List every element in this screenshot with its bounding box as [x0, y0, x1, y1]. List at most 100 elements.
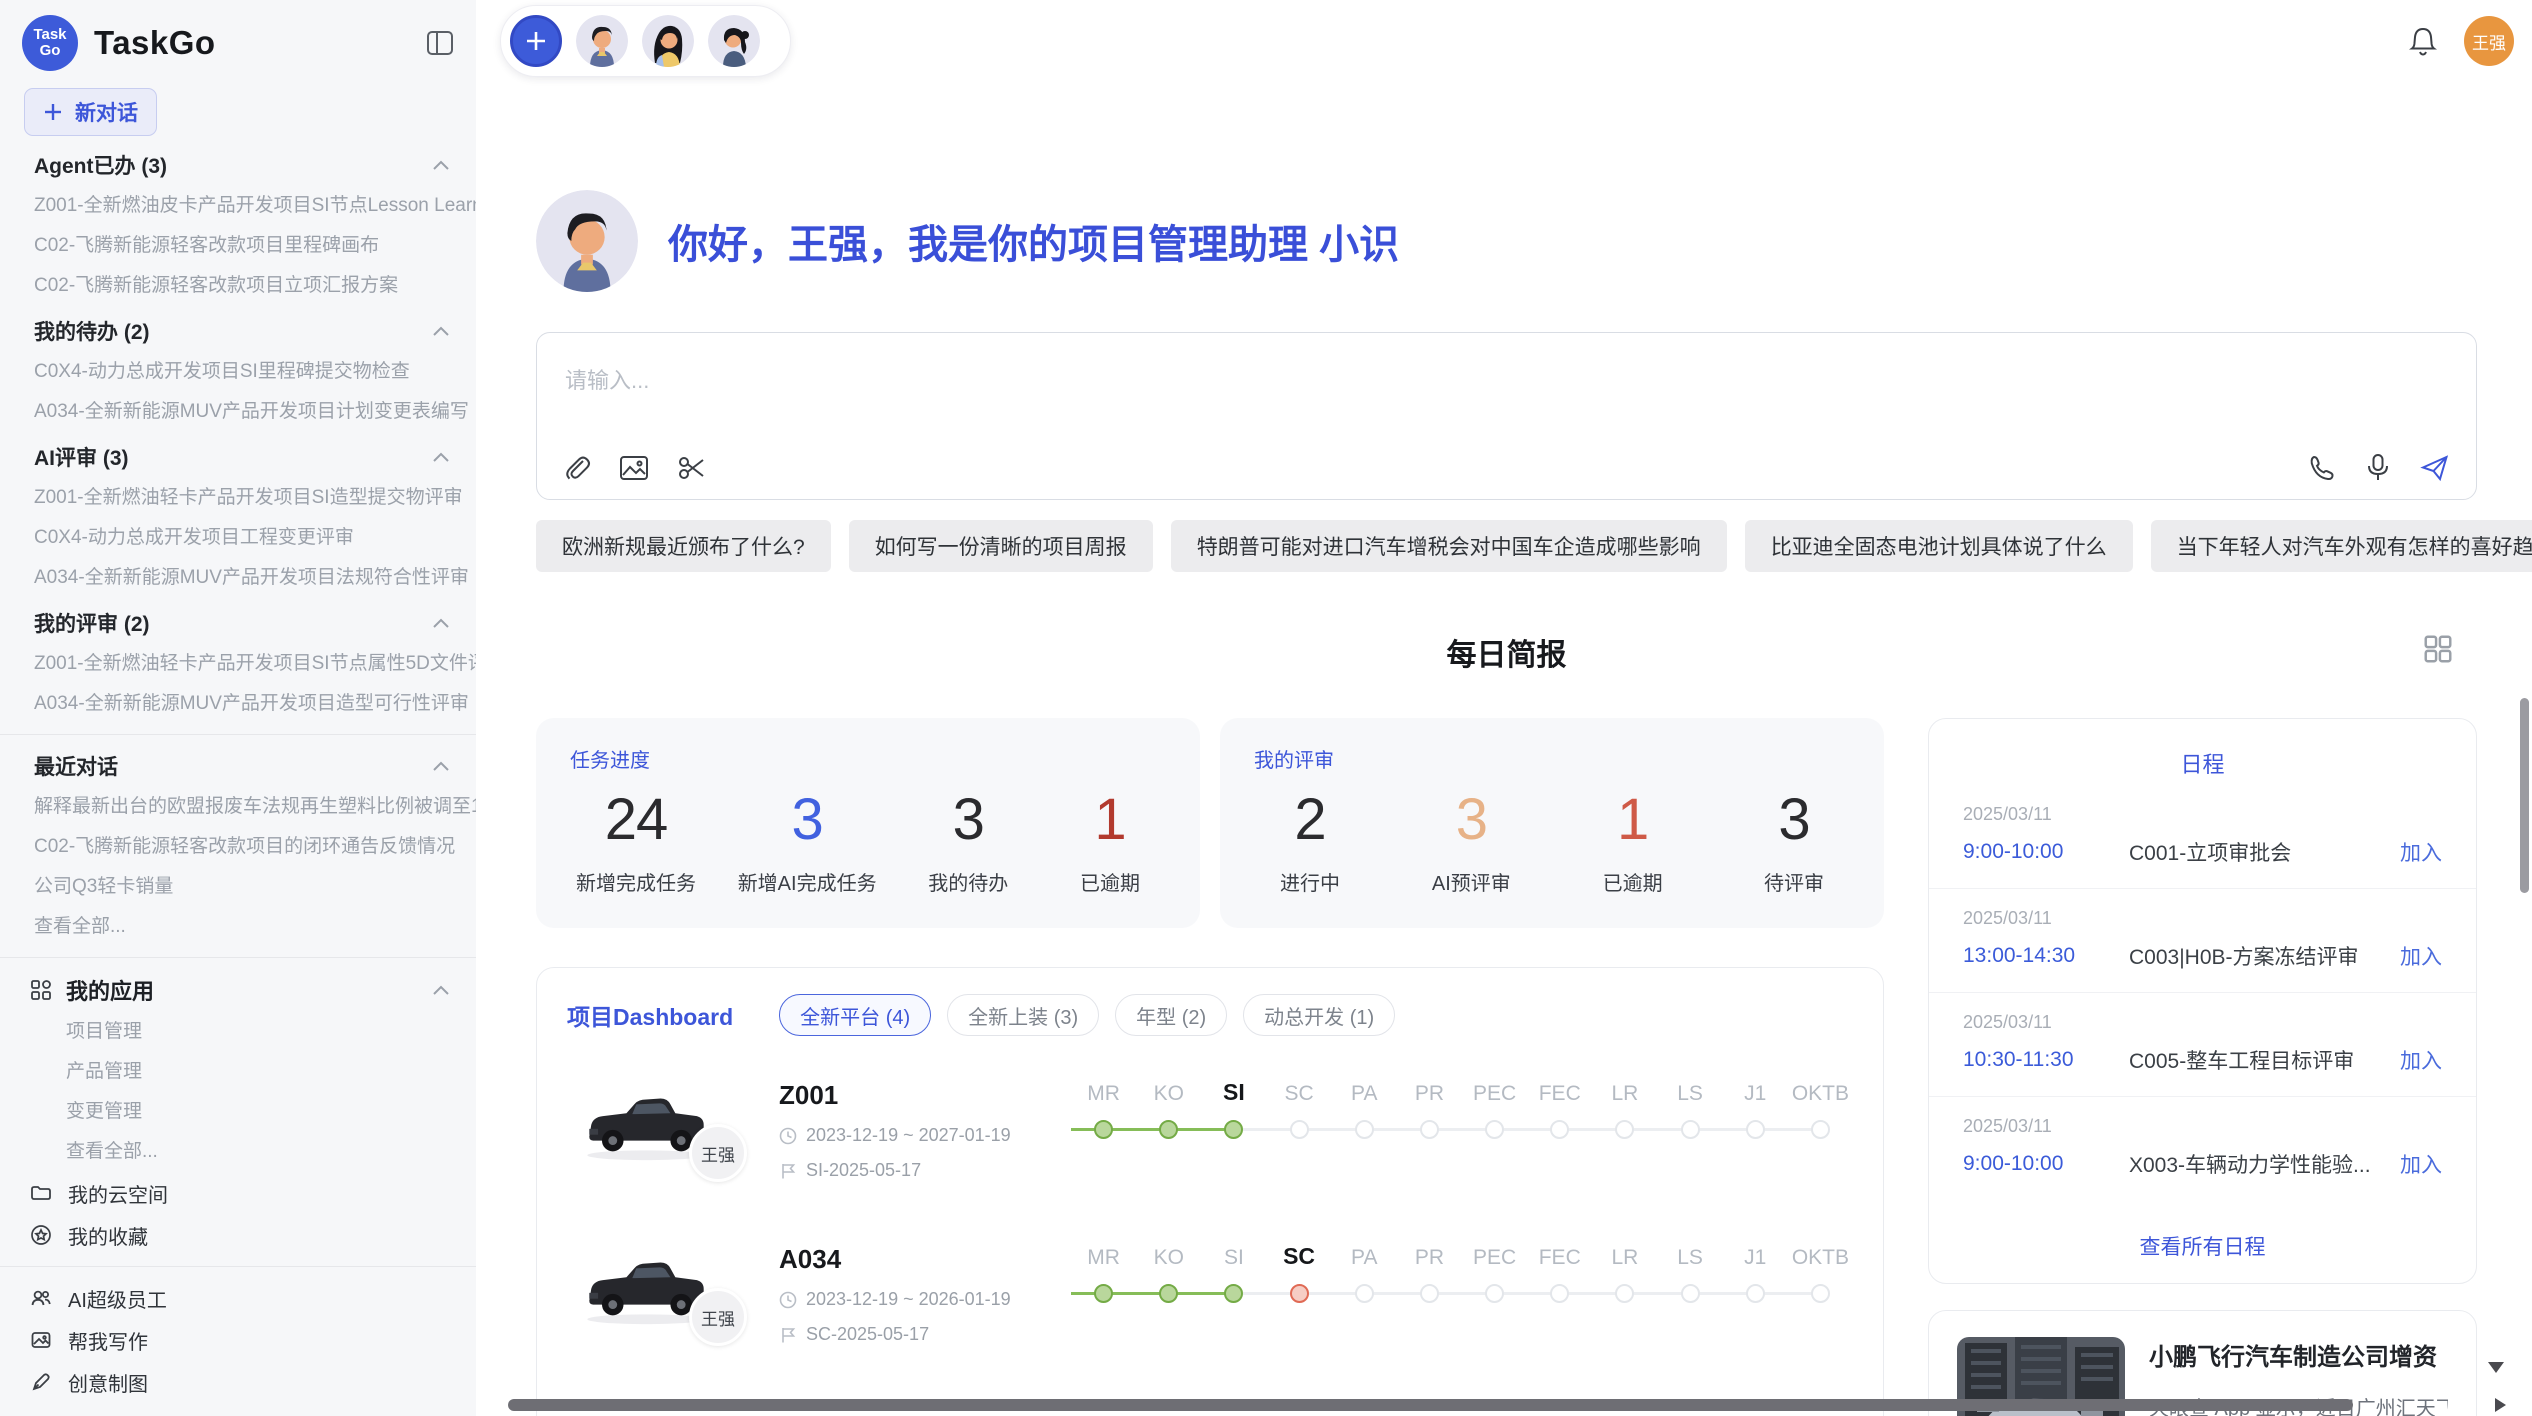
- horizontal-scrollbar[interactable]: [508, 1399, 2353, 1411]
- my-apps-header[interactable]: 我的应用: [0, 968, 476, 1012]
- sidebar-item[interactable]: Z001-全新燃油轻卡产品开发项目SI造型提交物评审: [0, 478, 476, 518]
- project-dashboard-card: 项目Dashboard 全新平台 (4) 全新上装 (3) 年型 (2): [536, 967, 1884, 1416]
- event-join-link[interactable]: 加入: [2400, 1149, 2442, 1179]
- stat-block: 24 新增完成任务: [576, 787, 696, 896]
- creative-draw-label: 创意制图: [68, 1368, 148, 1397]
- sidebar-item-creative-draw[interactable]: 创意制图: [0, 1361, 476, 1403]
- sidebar-section-header[interactable]: Agent已办 (3): [0, 144, 476, 186]
- event-join-link[interactable]: 加入: [2400, 941, 2442, 971]
- paperclip-icon[interactable]: [563, 453, 591, 483]
- mic-icon[interactable]: [2366, 453, 2390, 483]
- agent-avatar[interactable]: [708, 15, 760, 67]
- app-window: Task Go TaskGo 新对话 Agent已办 (3): [0, 0, 2532, 1416]
- milestone-label: OKTB: [1788, 1078, 1853, 1114]
- sidebar-section-header[interactable]: AI评审 (3): [0, 436, 476, 478]
- sidebar-item[interactable]: C0X4-动力总成开发项目SI里程碑提交物检查: [0, 352, 476, 392]
- suggestion-chip[interactable]: 如何写一份清晰的项目周报: [849, 520, 1153, 572]
- app-item[interactable]: 项目管理: [0, 1012, 476, 1052]
- collapse-sidebar-icon[interactable]: [426, 30, 454, 56]
- chat-input[interactable]: [563, 361, 2082, 439]
- sidebar-section-header[interactable]: 我的待办 (2): [0, 310, 476, 352]
- new-chat-button[interactable]: 新对话: [24, 88, 157, 136]
- filter-pill[interactable]: 全新上装 (3): [947, 994, 1099, 1036]
- sidebar-item[interactable]: Z001-全新燃油轻卡产品开发项目SI节点属性5D文件评审: [0, 644, 476, 684]
- recent-chat-item[interactable]: C02-飞腾新能源轻客改款项目的闭环通告反馈情况: [0, 827, 476, 867]
- recent-chat-item[interactable]: 查看全部...: [0, 907, 476, 947]
- sidebar-item-write-helper[interactable]: 帮我写作: [0, 1319, 476, 1361]
- recent-chat-item[interactable]: 公司Q3轻卡销量: [0, 867, 476, 907]
- send-icon[interactable]: [2420, 453, 2450, 483]
- project-image: 王强: [567, 1078, 779, 1194]
- sidebar-item[interactable]: C0X4-动力总成开发项目工程变更评审: [0, 518, 476, 558]
- milestone-node: [1136, 1114, 1201, 1144]
- sidebar-section-header[interactable]: 我的评审 (2): [0, 602, 476, 644]
- sidebar-item[interactable]: A034-全新新能源MUV产品开发项目法规符合性评审: [0, 558, 476, 598]
- app-item[interactable]: 查看全部...: [0, 1132, 476, 1172]
- add-agent-button[interactable]: [510, 15, 562, 67]
- milestone-node: [1332, 1114, 1397, 1144]
- sidebar-item-favorites[interactable]: 我的收藏: [0, 1214, 476, 1256]
- event-join-link[interactable]: 加入: [2400, 1045, 2442, 1075]
- project-row[interactable]: 王强 A034 2023-12-19 ~ 2026-01-19 SC-2025-…: [567, 1242, 1853, 1358]
- project-owner-name: 王强: [701, 1305, 735, 1330]
- scroll-down-arrow[interactable]: [2488, 1362, 2504, 1373]
- recent-chat-item[interactable]: 解释最新出台的欧盟报废车法规再生塑料比例被调至15%...: [0, 787, 476, 827]
- event-date: 2025/03/11: [1963, 1116, 2442, 1137]
- sidebar-section-items: Z001-全新燃油皮卡产品开发项目SI节点Lesson Learn报告C02-飞…: [0, 186, 476, 306]
- user-avatar[interactable]: 王强: [2464, 16, 2514, 66]
- milestone-label: PA: [1332, 1242, 1397, 1278]
- image-icon[interactable]: [619, 453, 649, 483]
- agent-avatar[interactable]: [576, 15, 628, 67]
- app-item[interactable]: 产品管理: [0, 1052, 476, 1092]
- plus-icon: [524, 29, 548, 53]
- milestone-label: PEC: [1462, 1242, 1527, 1278]
- filter-pill[interactable]: 动总开发 (1): [1243, 994, 1395, 1036]
- suggestion-chip[interactable]: 当下年轻人对汽车外观有怎样的喜好趋势: [2151, 520, 2532, 572]
- sidebar-item[interactable]: A034-全新新能源MUV产品开发项目计划变更表编写: [0, 392, 476, 432]
- topbar: 王强: [476, 0, 2532, 74]
- milestone-dot: [1485, 1284, 1504, 1303]
- milestone-node: [1266, 1114, 1331, 1144]
- daily-briefing-header: 每日简报: [536, 630, 2477, 672]
- milestone-node: [1266, 1278, 1331, 1308]
- phone-icon[interactable]: [2308, 453, 2336, 483]
- vertical-scrollbar[interactable]: [2520, 698, 2529, 893]
- milestone-node: [1657, 1114, 1722, 1144]
- project-row[interactable]: 王强 Z001 2023-12-19 ~ 2027-01-19 SI-2025-…: [567, 1078, 1853, 1194]
- bell-icon[interactable]: [2408, 25, 2438, 57]
- plus-icon: [43, 102, 63, 122]
- chevron-up-icon: [432, 985, 450, 996]
- chevron-up-icon: [432, 618, 450, 629]
- event-join-link[interactable]: 加入: [2400, 837, 2442, 867]
- recent-chats-title: 最近对话: [34, 751, 118, 781]
- new-chat-label: 新对话: [75, 97, 138, 127]
- scissors-icon[interactable]: [677, 453, 707, 483]
- recent-chats-header[interactable]: 最近对话: [0, 745, 476, 787]
- sidebar-item[interactable]: C02-飞腾新能源轻客改款项目立项汇报方案: [0, 266, 476, 306]
- agent-avatar[interactable]: [642, 15, 694, 67]
- filter-pill[interactable]: 年型 (2): [1115, 994, 1227, 1036]
- sidebar-divider: [0, 734, 476, 735]
- sidebar-item[interactable]: A034-全新新能源MUV产品开发项目造型可行性评审: [0, 684, 476, 724]
- filter-pill[interactable]: 全新平台 (4): [779, 994, 931, 1036]
- assistant-avatar: [536, 190, 638, 292]
- milestone-dot: [1094, 1120, 1113, 1139]
- sidebar-section-items: Z001-全新燃油轻卡产品开发项目SI造型提交物评审C0X4-动力总成开发项目工…: [0, 478, 476, 598]
- milestone-label: PR: [1397, 1242, 1462, 1278]
- write-icon: [30, 1329, 52, 1351]
- sidebar-item-ai-staff[interactable]: AI超级员工: [0, 1277, 476, 1319]
- suggestion-chip[interactable]: 特朗普可能对进口汽车增税会对中国车企造成哪些影响: [1171, 520, 1727, 572]
- stat-label: 进行中: [1260, 867, 1360, 896]
- briefing-grid-icon[interactable]: [2423, 634, 2453, 664]
- sidebar-item[interactable]: Z001-全新燃油皮卡产品开发项目SI节点Lesson Learn报告: [0, 186, 476, 226]
- sidebar-item-cloud-space[interactable]: 我的云空间: [0, 1172, 476, 1214]
- milestone-dot: [1746, 1120, 1765, 1139]
- apps-grid-icon: [30, 979, 52, 1001]
- app-item[interactable]: 变更管理: [0, 1092, 476, 1132]
- sidebar-item[interactable]: C02-飞腾新能源轻客改款项目里程碑画布: [0, 226, 476, 266]
- suggestion-chip[interactable]: 比亚迪全固态电池计划具体说了什么: [1745, 520, 2133, 572]
- view-all-schedule-link[interactable]: 查看所有日程: [1929, 1231, 2476, 1261]
- scroll-right-arrow[interactable]: [2495, 1398, 2506, 1412]
- milestone-dot: [1681, 1120, 1700, 1139]
- suggestion-chip[interactable]: 欧洲新规最近颁布了什么?: [536, 520, 831, 572]
